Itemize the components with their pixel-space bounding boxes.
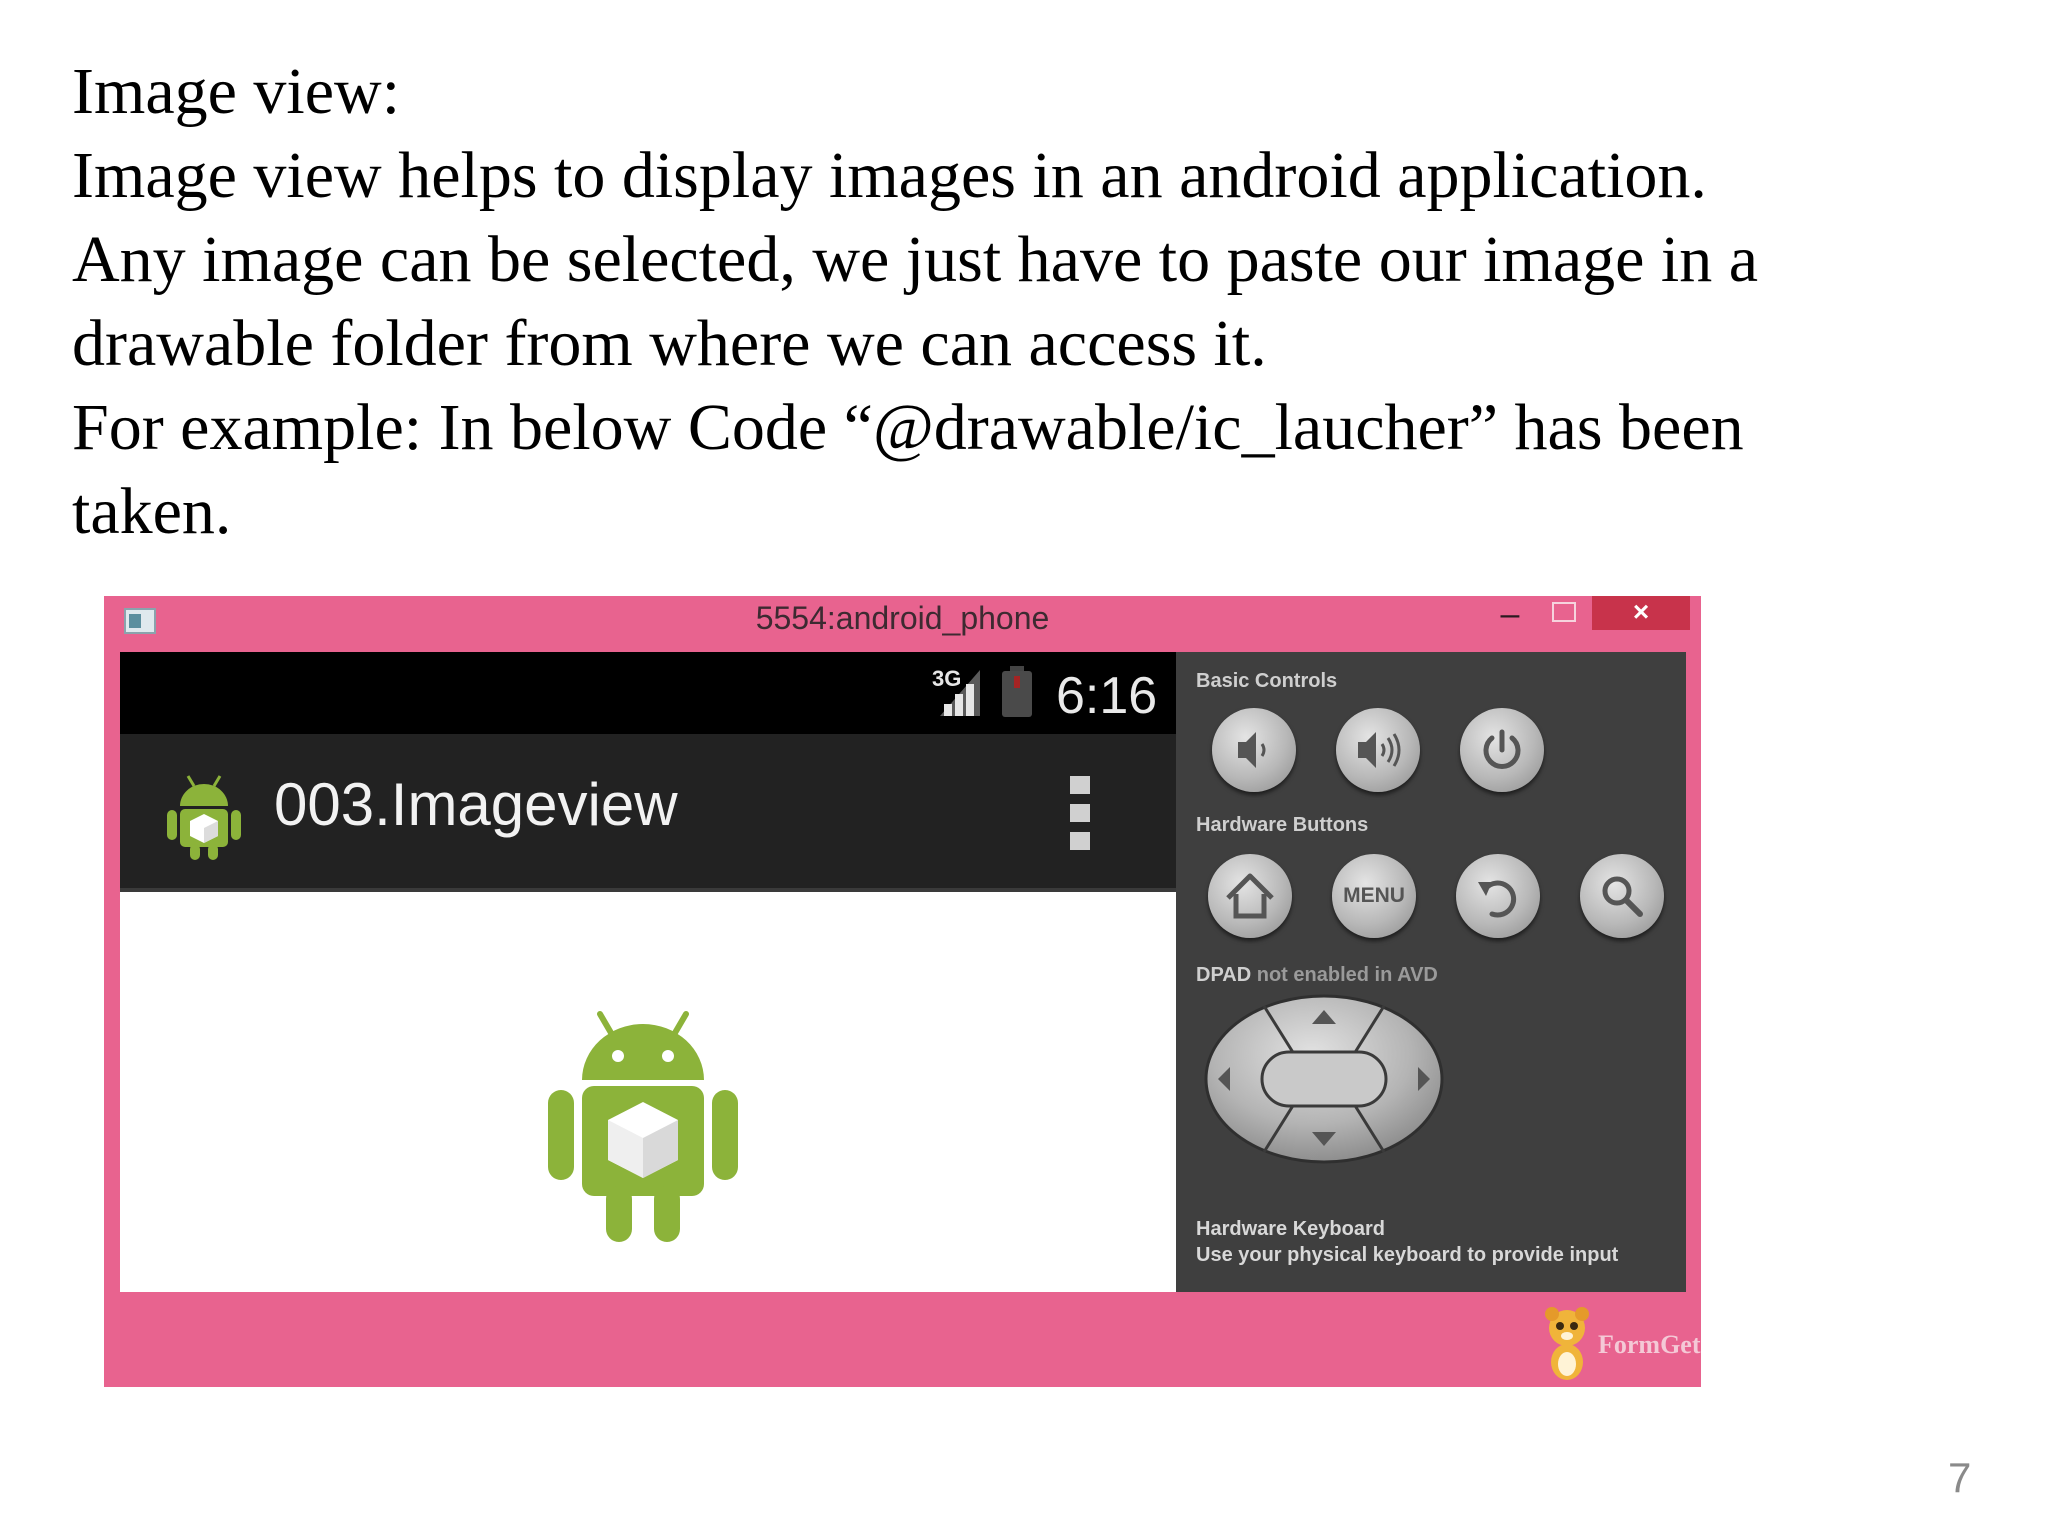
status-clock: 6:16 xyxy=(1056,667,1158,725)
volume-down-icon xyxy=(1238,732,1266,768)
hardware-buttons-label: Hardware Buttons xyxy=(1196,814,1369,836)
search-icon xyxy=(1602,876,1643,917)
menu-button[interactable]: MENU xyxy=(1332,854,1416,938)
search-button[interactable] xyxy=(1580,854,1664,938)
dpad-status-label: DPAD not enabled in AVD xyxy=(1196,964,1438,987)
action-bar: 003.Imageview xyxy=(120,734,1176,892)
hardware-keyboard-desc: Use your physical keyboard to provide in… xyxy=(1196,1244,1619,1266)
slide-line-4: For example: In below Code “@drawable/ic… xyxy=(72,391,1744,464)
back-icon xyxy=(1478,880,1517,918)
volume-up-icon xyxy=(1358,732,1401,768)
network-type-label: 3G xyxy=(932,666,961,691)
menu-button-label: MENU xyxy=(1343,884,1405,907)
close-button[interactable]: × xyxy=(1592,596,1690,630)
page-number: 7 xyxy=(1948,1454,1972,1501)
android-robot-image xyxy=(548,1011,738,1242)
signal-icon: 3G xyxy=(932,666,980,716)
formget-mascot-icon xyxy=(1545,1307,1589,1380)
dpad-icon xyxy=(1204,994,1444,1164)
basic-controls-label: Basic Controls xyxy=(1196,670,1338,692)
slide-line-3: drawable folder from where we can access… xyxy=(72,307,1267,380)
android-app-icon xyxy=(167,775,241,860)
dpad-label-rest: not enabled in AVD xyxy=(1251,964,1438,986)
power-button[interactable] xyxy=(1460,708,1544,792)
dpad-label-bold: DPAD xyxy=(1196,964,1252,986)
slide-line-5: taken. xyxy=(72,475,232,548)
slide-line-2: Any image can be selected, we just have … xyxy=(72,223,1759,296)
minimize-button[interactable]: – xyxy=(1490,596,1530,636)
home-icon xyxy=(1226,873,1274,919)
app-title: 003.Imageview xyxy=(274,771,678,838)
emulator-window: 5554:android_phone – × 3G 6:16 003.Image… xyxy=(104,596,1701,1387)
back-button[interactable] xyxy=(1456,854,1540,938)
slide-line-1: Image view helps to display images in an… xyxy=(72,139,1707,212)
battery-icon xyxy=(1002,666,1032,717)
formget-watermark: FormGet xyxy=(1598,1330,1701,1359)
hardware-keyboard-info: Hardware Keyboard Use your physical keyb… xyxy=(1196,1216,1618,1268)
volume-up-button[interactable] xyxy=(1336,708,1420,792)
window-title: 5554:android_phone xyxy=(755,600,1050,636)
slide-heading: Image view: xyxy=(72,55,401,128)
home-button[interactable] xyxy=(1208,854,1292,938)
power-icon xyxy=(1483,729,1521,769)
maximize-button[interactable] xyxy=(1552,602,1576,622)
slide-body: Image view: Image view helps to display … xyxy=(72,50,1972,554)
overflow-menu-icon[interactable] xyxy=(1070,776,1094,852)
status-bar: 3G 6:16 xyxy=(120,652,1176,734)
volume-down-button[interactable] xyxy=(1212,708,1296,792)
hardware-keyboard-title: Hardware Keyboard xyxy=(1196,1218,1385,1240)
phone-screen: 3G 6:16 003.Imageview xyxy=(120,652,1176,1292)
emulator-controls-panel: Basic Controls Hardware Buttons MENU DPA… xyxy=(1176,652,1686,1292)
